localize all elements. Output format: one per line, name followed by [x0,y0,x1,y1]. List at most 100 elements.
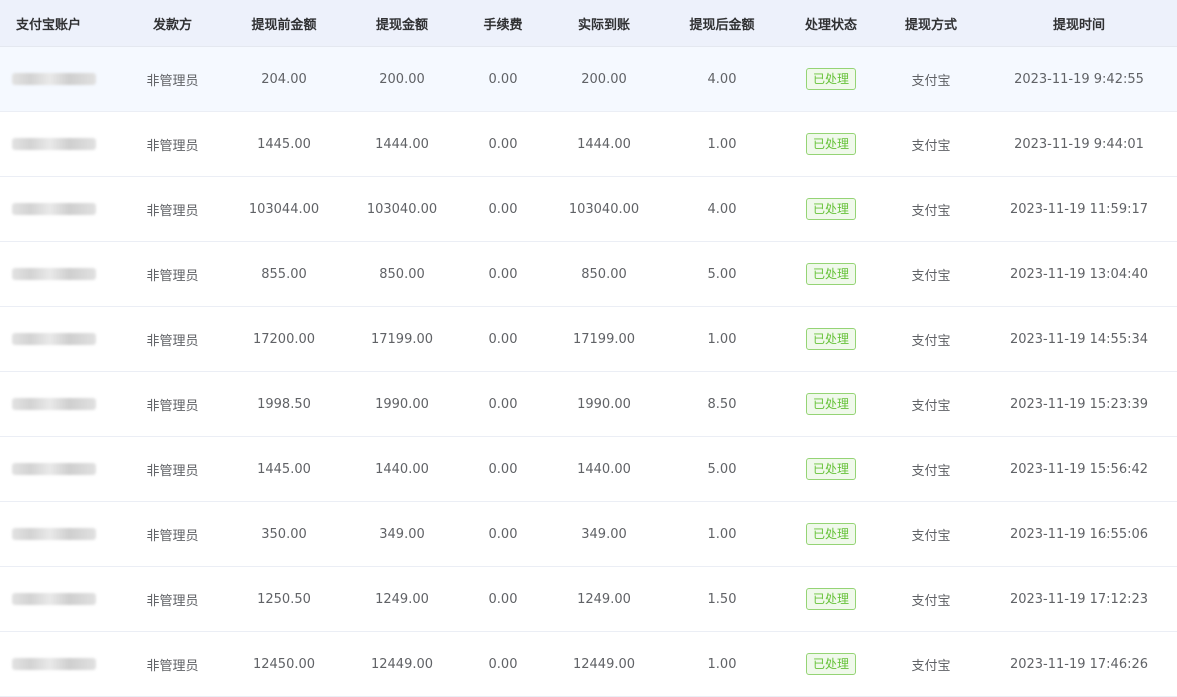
table-row[interactable]: 非管理员 17200.00 17199.00 0.00 17199.00 1.00 已处理支… [0,306,1177,372]
fee-cell: 0.00 [461,306,545,372]
before-amount-cell: 103044.00 [225,176,343,242]
account-cell [0,46,120,112]
table-row[interactable]: 非管理员 1250.50 1249.00 0.00 1249.00 1.50 已处理 支付宝 2… [0,566,1177,632]
before-amount-cell: 12450.00 [225,631,343,697]
col-header-amount[interactable]: 提现金额 [343,0,461,47]
status-cell: 已处理 [781,631,881,697]
before-amount-cell: 1998.50 [225,371,343,437]
status-badge: 已处理 [805,263,856,285]
status-badge: 已处理 [805,393,856,415]
status-badge: 已处理 [805,653,856,675]
received-cell: 1990.00 [545,371,663,437]
time-cell: 2023-11-19 16:55:06 [981,501,1177,567]
received-cell: 850.00 [545,241,663,307]
blurred-account [12,333,96,345]
status-badge: 已处理 [805,68,856,90]
account-cell [0,631,120,697]
col-header-received[interactable]: 实际到账 [545,0,663,47]
table-row[interactable]: 非管理员 103044.00 103040.00 0.00 103040.00 4.00 已… [0,176,1177,242]
table-row[interactable]: 非管理员 1445.00 1444.00 0.00 1444.00 1.00 已处理 支付宝 2… [0,111,1177,177]
payer-cell: 非管理员 [120,46,225,112]
received-cell: 1440.00 [545,436,663,502]
time-cell: 2023-11-19 15:56:42 [981,436,1177,502]
fee-cell: 0.00 [461,371,545,437]
account-cell [0,241,120,307]
received-cell: 1444.00 [545,111,663,177]
method-cell: 支付宝 [881,176,981,242]
withdraw-amount-cell: 1440.00 [343,436,461,502]
before-amount-cell: 1445.00 [225,436,343,502]
withdraw-amount-cell: 850.00 [343,241,461,307]
time-cell: 2023-11-19 17:12:23 [981,566,1177,632]
fee-cell: 0.00 [461,46,545,112]
status-cell: 已处理 [781,501,881,567]
col-header-account[interactable]: 支付宝账户 [0,0,120,47]
blurred-account [12,658,96,670]
status-cell: 已处理 [781,566,881,632]
status-badge: 已处理 [805,588,856,610]
blurred-account [12,268,96,280]
table-row[interactable]: 非管理员 1445.00 1440.00 0.00 1440.00 5.00 已处理 支付宝 2… [0,436,1177,502]
status-badge: 已处理 [805,133,856,155]
blurred-account [12,593,96,605]
col-header-fee[interactable]: 手续费 [461,0,545,47]
table-row[interactable]: 非管理员 12450.00 12449.00 0.00 12449.00 1.00 已处理支… [0,631,1177,697]
account-cell [0,501,120,567]
time-cell: 2023-11-19 15:23:39 [981,371,1177,437]
blurred-account [12,398,96,410]
payer-cell: 非管理员 [120,436,225,502]
after-amount-cell: 1.00 [663,501,781,567]
withdraw-amount-cell: 1990.00 [343,371,461,437]
withdraw-amount-cell: 200.00 [343,46,461,112]
col-header-status[interactable]: 处理状态 [781,0,881,47]
blurred-account [12,138,96,150]
status-badge: 已处理 [805,458,856,480]
account-cell [0,111,120,177]
table-row[interactable]: 非管理员 1998.50 1990.00 0.00 1990.00 8.50 已处理 支付宝 2… [0,371,1177,437]
method-cell: 支付宝 [881,631,981,697]
header-row: 支付宝账户 发款方 提现前金额 提现金额 手续费 实际到账 提现后金额 处理状态… [0,0,1177,47]
withdraw-amount-cell: 103040.00 [343,176,461,242]
payer-cell: 非管理员 [120,111,225,177]
fee-cell: 0.00 [461,111,545,177]
table-row[interactable]: 非管理员 855.00 850.00 0.00 850.00 5.00 已处理 支付宝 2023… [0,241,1177,307]
account-cell [0,566,120,632]
withdraw-amount-cell: 12449.00 [343,631,461,697]
payer-cell: 非管理员 [120,241,225,307]
payer-cell: 非管理员 [120,501,225,567]
method-cell: 支付宝 [881,46,981,112]
fee-cell: 0.00 [461,176,545,242]
col-header-method[interactable]: 提现方式 [881,0,981,47]
method-cell: 支付宝 [881,566,981,632]
payer-cell: 非管理员 [120,566,225,632]
blurred-account [12,203,96,215]
after-amount-cell: 1.00 [663,111,781,177]
col-header-after[interactable]: 提现后金额 [663,0,781,47]
table-row[interactable]: 非管理员 204.00 200.00 0.00 200.00 4.00 已处理 支付宝 2023… [0,46,1177,112]
status-cell: 已处理 [781,111,881,177]
status-cell: 已处理 [781,306,881,372]
time-cell: 2023-11-19 11:59:17 [981,176,1177,242]
status-badge: 已处理 [805,328,856,350]
received-cell: 17199.00 [545,306,663,372]
status-badge: 已处理 [805,198,856,220]
col-header-time[interactable]: 提现时间 [981,0,1177,47]
before-amount-cell: 1445.00 [225,111,343,177]
payer-cell: 非管理员 [120,306,225,372]
blurred-account [12,463,96,475]
account-cell [0,436,120,502]
blurred-account [12,73,96,85]
method-cell: 支付宝 [881,111,981,177]
col-header-payer[interactable]: 发款方 [120,0,225,47]
before-amount-cell: 1250.50 [225,566,343,632]
received-cell: 1249.00 [545,566,663,632]
blurred-account [12,528,96,540]
time-cell: 2023-11-19 14:55:34 [981,306,1177,372]
fee-cell: 0.00 [461,566,545,632]
col-header-before[interactable]: 提现前金额 [225,0,343,47]
fee-cell: 0.00 [461,436,545,502]
received-cell: 103040.00 [545,176,663,242]
fee-cell: 0.00 [461,631,545,697]
before-amount-cell: 17200.00 [225,306,343,372]
table-row[interactable]: 非管理员 350.00 349.00 0.00 349.00 1.00 已处理 支付宝 2023… [0,501,1177,567]
